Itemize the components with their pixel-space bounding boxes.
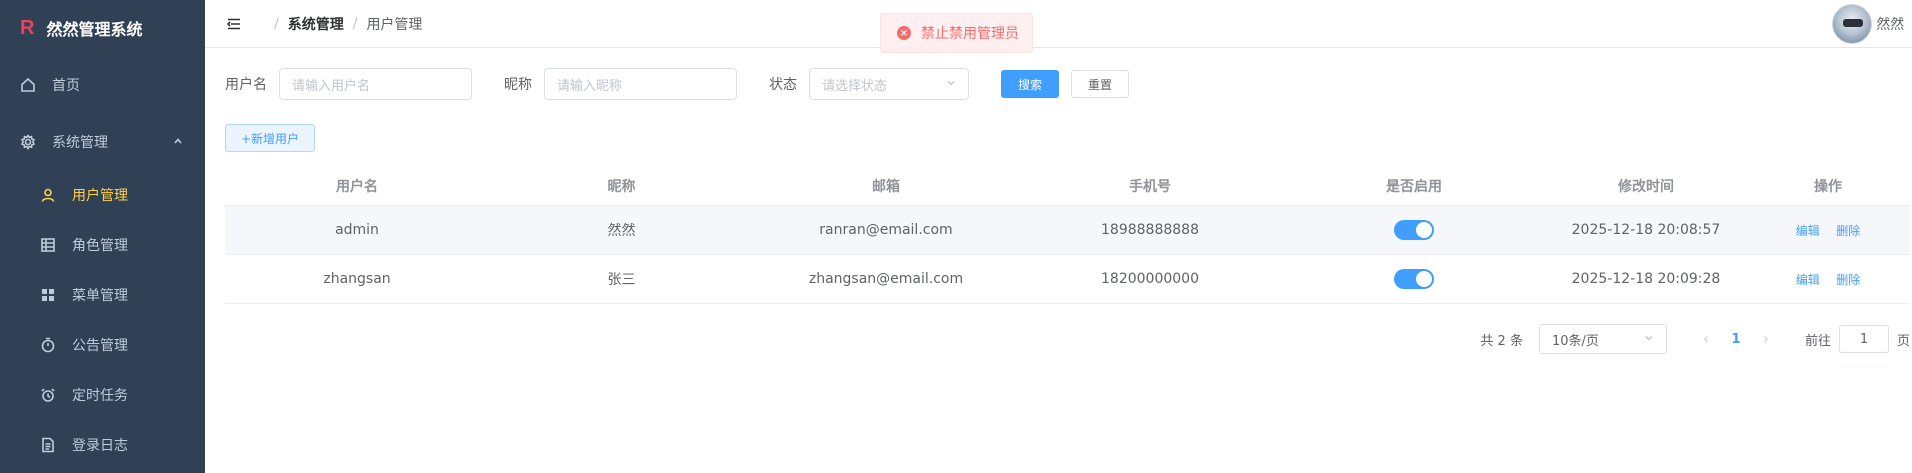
page-jumper: 前往 1 页 bbox=[1805, 325, 1910, 353]
cell-username: zhangsan bbox=[323, 271, 391, 287]
table-row[interactable]: zhangsan 张三 zhangsan@email.com 182000000… bbox=[225, 255, 1910, 304]
navbar: / 系统管理 / 用户管理 然然 ▼ bbox=[205, 0, 1912, 48]
home-icon bbox=[20, 77, 36, 93]
delete-link[interactable]: 删除 bbox=[1836, 224, 1860, 238]
next-page-button[interactable]: › bbox=[1751, 325, 1781, 353]
sidebar-item-roles[interactable]: 角色管理 bbox=[0, 220, 205, 270]
column-header: 是否启用 bbox=[1386, 178, 1442, 195]
user-icon bbox=[40, 187, 56, 203]
sidebar-item-menus[interactable]: 菜单管理 bbox=[0, 270, 205, 320]
sidebar-item-label: 菜单管理 bbox=[72, 288, 128, 304]
search-form: 用户名 请输入用户名 昵称 请输入昵称 状态 请选择状态 搜索 重置 bbox=[225, 68, 1910, 100]
cell-actions: 编辑 删除 bbox=[1746, 222, 1910, 239]
cell-enabled bbox=[1282, 269, 1546, 289]
page-unit-label: 页 bbox=[1896, 333, 1910, 349]
hamburger-icon[interactable] bbox=[227, 16, 243, 32]
breadcrumb: / 系统管理 / 用户管理 bbox=[274, 14, 423, 34]
sidebar-item-home[interactable]: 首页 bbox=[0, 56, 205, 113]
goto-label: 前往 bbox=[1804, 333, 1831, 349]
cell-nickname: 张三 bbox=[607, 272, 636, 288]
sidebar-item-notices[interactable]: 公告管理 bbox=[0, 320, 205, 370]
status-select[interactable]: 请选择状态 bbox=[809, 68, 969, 100]
cell-phone: 18988888888 bbox=[1101, 222, 1199, 238]
error-circle-icon: × bbox=[897, 26, 911, 40]
grid-icon bbox=[40, 237, 56, 253]
cell-phone: 18200000000 bbox=[1101, 271, 1199, 287]
cell-actions: 编辑 删除 bbox=[1746, 271, 1910, 288]
username-input[interactable]: 请输入用户名 bbox=[279, 68, 472, 100]
cell-updated: 2025-12-18 20:09:28 bbox=[1571, 271, 1721, 287]
page-size-value: 10条/页 bbox=[1551, 333, 1599, 349]
cell-updated: 2025-12-18 20:08:57 bbox=[1571, 222, 1721, 238]
breadcrumb-item-system[interactable]: 系统管理 bbox=[288, 14, 344, 34]
sidebar-item-login-logs[interactable]: 登录日志 bbox=[0, 420, 205, 470]
status-select-placeholder: 请选择状态 bbox=[822, 78, 888, 94]
username-filter-label: 用户名 bbox=[225, 77, 267, 93]
sidebar-item-label: 角色管理 bbox=[72, 238, 128, 254]
username-label[interactable]: 然然 bbox=[1876, 14, 1904, 34]
chevron-down-icon bbox=[946, 77, 956, 92]
alarm-clock-icon bbox=[40, 387, 56, 403]
enabled-toggle[interactable] bbox=[1394, 220, 1434, 240]
app-title: 然然管理系统 bbox=[46, 20, 143, 39]
sidebar-item-label: 用户管理 bbox=[72, 188, 128, 204]
breadcrumb-item-users: 用户管理 bbox=[366, 16, 423, 33]
logo[interactable]: R 然然管理系统 bbox=[0, 0, 205, 56]
enabled-toggle[interactable] bbox=[1394, 269, 1434, 289]
nickname-filter-label: 昵称 bbox=[504, 77, 532, 93]
goto-page-input[interactable]: 1 bbox=[1838, 325, 1889, 353]
cell-email: ranran@email.com bbox=[819, 222, 953, 238]
search-button[interactable]: 搜索 bbox=[1001, 70, 1060, 98]
sidebar-item-label: 定时任务 bbox=[72, 388, 128, 404]
page-size-select[interactable]: 10条/页 bbox=[1538, 324, 1667, 354]
gear-icon bbox=[20, 133, 36, 150]
column-header: 邮箱 bbox=[872, 178, 900, 195]
user-menu[interactable]: 然然 ▼ bbox=[1832, 0, 1912, 48]
column-header: 用户名 bbox=[336, 178, 378, 195]
column-header: 昵称 bbox=[607, 178, 636, 195]
timer-icon bbox=[40, 337, 56, 353]
edit-link[interactable]: 编辑 bbox=[1796, 224, 1820, 238]
page-number[interactable]: 1 bbox=[1721, 325, 1751, 353]
chevron-down-icon bbox=[1644, 332, 1654, 347]
delete-link[interactable]: 删除 bbox=[1836, 273, 1860, 287]
chevron-up-icon bbox=[173, 134, 183, 150]
users-table: 用户名 昵称 邮箱 手机号 是否启用 修改时间 操作 admin 然然 ranr… bbox=[225, 166, 1910, 304]
logo-mark: R bbox=[20, 16, 35, 39]
sidebar-item-label: 登录日志 bbox=[72, 438, 128, 454]
sidebar-item-scheduled-tasks[interactable]: 定时任务 bbox=[0, 370, 205, 420]
add-user-button[interactable]: +新增用户 bbox=[225, 124, 316, 152]
document-icon bbox=[40, 437, 56, 453]
nickname-input[interactable]: 请输入昵称 bbox=[544, 68, 737, 100]
cell-username: admin bbox=[335, 222, 379, 238]
reset-button[interactable]: 重置 bbox=[1071, 70, 1130, 98]
cell-nickname: 然然 bbox=[607, 223, 636, 239]
main-area: / 系统管理 / 用户管理 然然 ▼ × 禁止禁用管理员 用户名 请输入用户名 … bbox=[205, 0, 1912, 473]
column-header: 手机号 bbox=[1129, 178, 1171, 195]
status-filter-label: 状态 bbox=[769, 77, 797, 93]
sidebar-item-label: 公告管理 bbox=[72, 338, 128, 354]
error-toast: × 禁止禁用管理员 bbox=[880, 13, 1033, 53]
sidebar-item-system[interactable]: 系统管理 bbox=[0, 113, 205, 170]
table-header: 用户名 昵称 邮箱 手机号 是否启用 修改时间 操作 bbox=[225, 166, 1910, 206]
toast-message: 禁止禁用管理员 bbox=[921, 26, 1019, 42]
pagination-total: 共 2 条 bbox=[1480, 333, 1523, 349]
sidebar-item-users[interactable]: 用户管理 bbox=[0, 170, 205, 220]
sidebar: R 然然管理系统 首页 系统管理 用户管理 角色管理 菜单管理 公告管理 定时任… bbox=[0, 0, 205, 473]
pagination: 共 2 条 10条/页 ‹ 1 › 前往 1 页 bbox=[225, 324, 1910, 354]
sidebar-item-label: 首页 bbox=[52, 77, 80, 94]
avatar[interactable] bbox=[1832, 4, 1873, 44]
menu-squares-icon bbox=[40, 287, 56, 303]
cell-enabled bbox=[1282, 220, 1546, 240]
prev-page-button[interactable]: ‹ bbox=[1691, 325, 1721, 353]
table-row[interactable]: admin 然然 ranran@email.com 18988888888 20… bbox=[225, 206, 1910, 255]
cell-email: zhangsan@email.com bbox=[808, 271, 964, 287]
content: 用户名 请输入用户名 昵称 请输入昵称 状态 请选择状态 搜索 重置 +新增用户 bbox=[205, 48, 1912, 374]
edit-link[interactable]: 编辑 bbox=[1796, 273, 1820, 287]
column-header: 修改时间 bbox=[1618, 178, 1674, 195]
column-header: 操作 bbox=[1814, 178, 1842, 195]
sidebar-item-label: 系统管理 bbox=[52, 134, 108, 151]
